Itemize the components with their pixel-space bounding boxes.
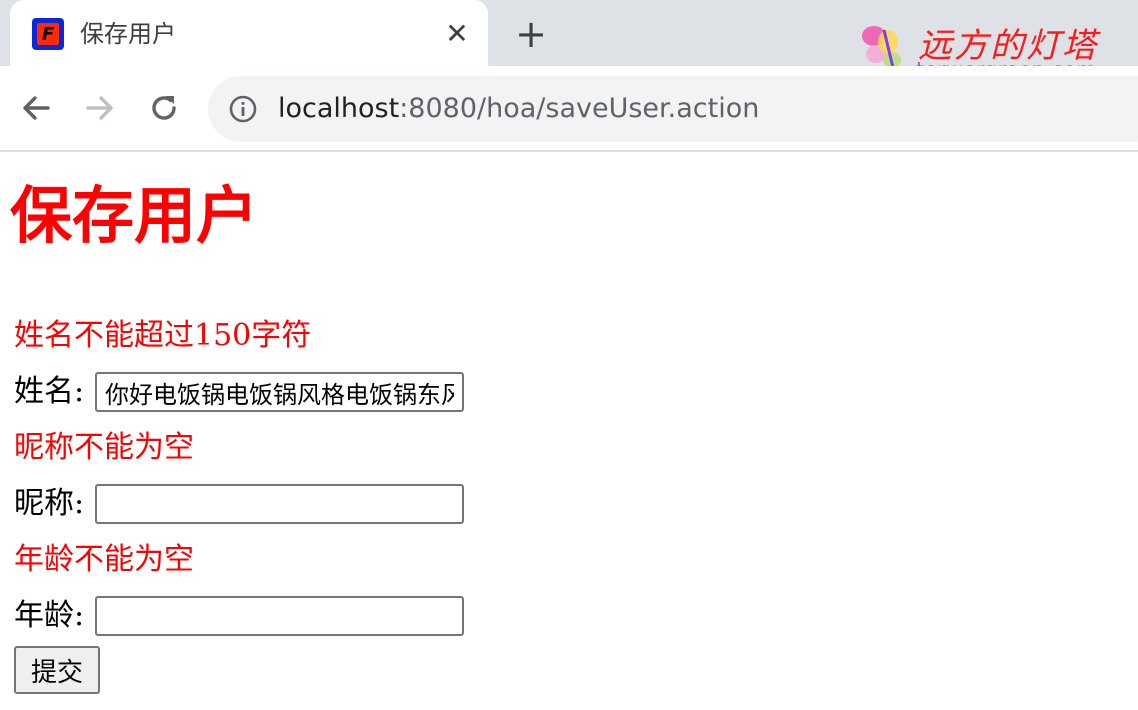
name-label: 姓名: (14, 374, 85, 409)
page-content: 保存用户 姓名不能超过150字符 姓名: 昵称不能为空 昵称: 年龄不能为空 年… (0, 152, 1138, 710)
name-input[interactable] (95, 372, 464, 412)
page-title: 保存用户 (10, 179, 259, 252)
reload-icon (152, 96, 176, 120)
info-icon[interactable] (228, 94, 258, 124)
name-error-message: 姓名不能超过150字符 (14, 318, 312, 353)
nickname-input[interactable] (95, 484, 464, 524)
age-label: 年龄: (14, 598, 85, 633)
forward-button[interactable] (80, 88, 120, 128)
age-error-message: 年龄不能为空 (14, 542, 194, 577)
new-tab-button[interactable]: + (510, 14, 552, 54)
tab-strip: F 保存用户 ✕ + 远方的灯塔 terwergreen.com (0, 0, 1138, 82)
arrow-right-icon (86, 96, 113, 120)
address-bar[interactable]: localhost:8080/hoa/saveUser.action (208, 76, 1138, 142)
browser-tab[interactable]: F 保存用户 ✕ (10, 0, 488, 66)
age-input[interactable] (95, 596, 464, 636)
url-host: localhost (278, 93, 400, 124)
nickname-label: 昵称: (14, 486, 85, 521)
favicon-icon: F (32, 18, 64, 50)
reload-button[interactable] (144, 88, 184, 128)
url-text[interactable]: localhost:8080/hoa/saveUser.action (278, 76, 759, 142)
submit-button[interactable]: 提交 (14, 646, 100, 694)
tab-close-button[interactable]: ✕ (440, 16, 474, 50)
arrow-left-icon (23, 96, 50, 120)
url-path: :8080/hoa/saveUser.action (399, 93, 760, 124)
back-button[interactable] (16, 88, 56, 128)
browser-toolbar: localhost:8080/hoa/saveUser.action (0, 66, 1138, 152)
nickname-error-message: 昵称不能为空 (14, 430, 194, 465)
tab-title: 保存用户 (80, 20, 176, 48)
